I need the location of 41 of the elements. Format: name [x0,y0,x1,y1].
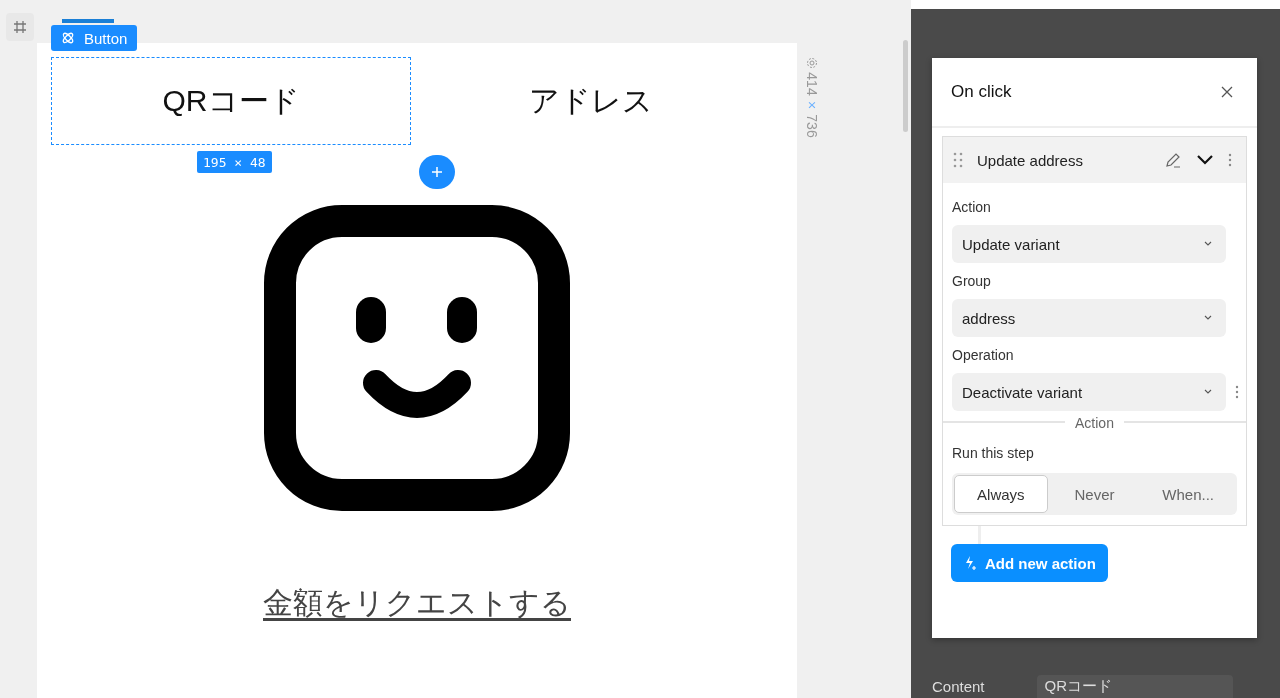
component-icon [61,31,75,45]
plus-icon [431,166,443,178]
dropdown[interactable]: Update variant [952,225,1226,263]
settings-icon [806,57,818,69]
dialog-title: On click [951,82,1012,102]
action-header[interactable]: Update address [943,137,1246,183]
size-separator: × [806,100,818,110]
canvas-button[interactable]: アドレス [411,57,771,145]
canvas-button[interactable]: QRコード [51,57,411,145]
more-icon[interactable] [1235,385,1239,399]
section-divider-label: Action [1065,415,1124,431]
action-title: Update address [977,151,1084,169]
segment-option[interactable]: When... [1141,475,1235,513]
badge-label: Button [84,29,128,47]
caret-icon [1204,241,1212,247]
frame-width: 414 [803,72,821,96]
content-field[interactable]: QRコード [1036,675,1233,698]
lightning-plus-icon [963,555,977,571]
field-label: Operation [952,347,1015,363]
scrollbar[interactable] [903,40,908,132]
caret-icon [1204,389,1212,395]
caret-icon [1204,315,1212,321]
dropdown[interactable]: address [952,299,1226,337]
size-badge: 195 × 48 [197,151,272,173]
chevron-icon[interactable] [1196,154,1214,166]
close-icon[interactable] [1221,86,1233,98]
drag-handle-icon[interactable] [953,152,963,168]
field-label: Run this step [952,445,1035,461]
segment-option[interactable]: Never [1047,475,1142,513]
frame-height: 736 [803,114,821,138]
add-element-button[interactable] [419,155,455,189]
property-label: Content [932,678,985,695]
field-label: Group [952,273,992,289]
frame-icon [13,20,27,34]
pencil-icon[interactable] [1164,151,1182,169]
field-label: Action [952,199,992,215]
dropdown[interactable]: Deactivate variant [952,373,1226,411]
segment-option[interactable]: Always [954,475,1048,513]
more-icon[interactable] [1228,153,1232,167]
frame-tool-button[interactable] [6,13,34,41]
request-amount-link[interactable]: 金額をリクエストする [37,583,797,624]
